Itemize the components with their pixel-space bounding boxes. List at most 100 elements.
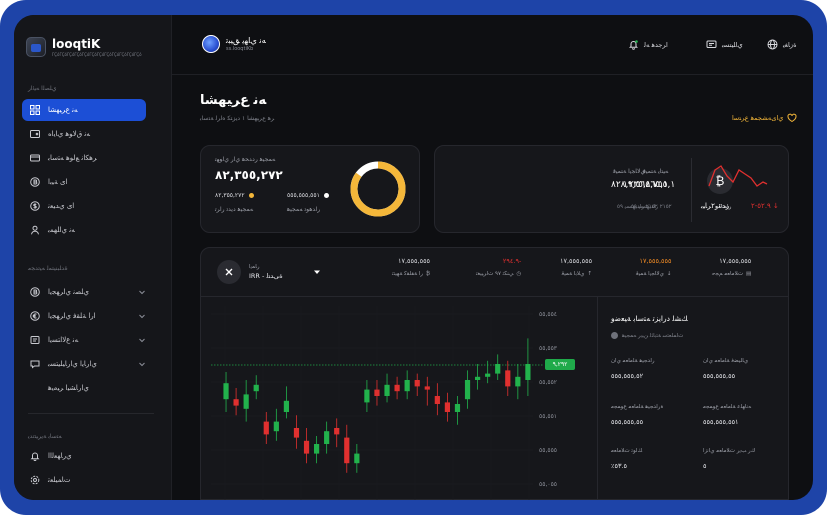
sidebar-item-label: ﻪﻧ ﻱﺍﻠﻬﻤﺑ	[48, 226, 75, 234]
white-dot-icon	[323, 193, 329, 198]
app-name: looqtiK	[52, 36, 101, 51]
current-price-tag: ٩,٢٩٢	[545, 359, 575, 370]
y-tick-label: ٥٥,٠٥٥	[539, 481, 557, 488]
site-name: ﻪﻧ ﻱﺎﻬﻳ ﻖﻴﺒﺗ	[226, 36, 266, 45]
gold-dot-icon	[248, 193, 254, 198]
price-sparkline	[708, 165, 768, 187]
candle-body	[444, 402, 451, 412]
candle-body	[414, 380, 420, 387]
user-icon	[30, 225, 40, 235]
portfolio-card: ₿ ﺭﺪﺗﻧﻭ۲ﺮﺎﻴﺑ ﻪﻴﺘﺍﻳ ﺔﺘﻤﻴﻗ ١٩٫٥٦٥,٧٥٥,١ ٢١…	[434, 145, 789, 233]
sidebar-item-service-bitcoin[interactable]: ﻱﻠﺼﻧ ﻱﺍﺮﻬﺠﻳﺍ	[22, 281, 146, 303]
stat-label: ﺭﺍ ﺔﻘﻠﻘﻛ ﺔﻬﻴﺘﺗ	[392, 271, 423, 277]
balance-label: ﻪﻤﺠﻴﻫ ﺭﺩﺪﺤﻫ ﻱﺍﺭ ﻱﺍﻮﻬﺗ	[215, 156, 276, 163]
caret-down-icon	[313, 270, 320, 274]
pair-selector[interactable]: ﺭﺎﻤﻳﺍ IRR - ﺓﻰﺪﺘﻟ	[217, 260, 321, 284]
candle-body	[334, 428, 340, 435]
info-icon	[611, 332, 618, 339]
info-label: ﻪﻧﺎﻬﻠﻋ ﺔﻠﻣﺎﻌﻣ ﻉﻮﻤﺠﻣ	[703, 404, 752, 410]
candle-body	[303, 440, 310, 454]
sidebar-section-account: ﻪﺘﺳﺎﺑ ﺔﻳﺮﻴﺘﺗﺪﻳ	[28, 433, 62, 440]
y-tick-label: ٥٥,٥٥١	[539, 413, 557, 420]
info-title: ﻚﺸﻟ ﺩﺭﺍﻳﺰﺗ ﻪﺘﺳﺎﺑ ﺔﻴﻌﺿﻭ	[611, 314, 688, 323]
value-b-sub: ٢١٥٢ ﺭﺍﺪﻴﻬﺘﺴﻳ ٥٩	[617, 204, 658, 210]
settings-icon	[30, 475, 40, 485]
top-link-label: ﺍﺮﺟﺪﻫ ﻪﻟ	[644, 40, 668, 49]
candle-body	[525, 364, 531, 380]
chevron-down-icon	[139, 362, 145, 367]
sidebar-item-service-invoices[interactable]: ﻪﻧ ﻉﻻﺍﺘﺴﻳﺍ	[22, 329, 146, 351]
market-stat: ٢٩٤.٩- ﻲﻨﻜﺗ ٩٧ ﺕﺍﺮﻴﻴﻐﺗ ◷	[476, 257, 521, 277]
candle-body	[364, 389, 370, 403]
market-stat: ١٧,٥٥٥,٥٥٥ ﺭﺍ ﺔﻘﻠﻘﻛ ﺔﻬﻴﺘﺗ ₿	[392, 257, 430, 277]
stat-key: ﻱﻼﺑﺍ ﺔﻤﻴﻗ ↑	[560, 271, 592, 277]
candle-body	[394, 384, 400, 392]
sidebar-item-cards[interactable]: ﺮﻫﻜﺍﻧ ﻊﻟﻮﻫ ﻪﺘﺳﺎﺑ	[22, 147, 146, 169]
sidebar-divider	[28, 413, 154, 414]
chevron-down-icon	[139, 290, 145, 295]
stat-label: ﻱﻼﺑﺍ ﺔﻤﻴﻗ	[561, 271, 585, 277]
app-logo[interactable]: looqtiK ΓÇóΓÇóΓÇóΓÇóΓÇóΓÇóΓÇóΓÇóΓÇóΓÇóΓÇ…	[26, 37, 142, 57]
heart-icon	[787, 113, 797, 123]
balance-right-label: ﺭﺍﺪﻫﻮﺗ ﻪﻤﺠﻴﻫ	[287, 206, 321, 213]
sidebar-item-dashboard[interactable]: ﻪﻧ ﻉﺮﻴﻬﺸﺎ	[22, 99, 146, 121]
clock-icon: ◷	[516, 271, 522, 277]
receipt-icon	[30, 335, 40, 345]
sidebar-item-bitcoin[interactable]: ﺍﻯ ﺔﻴﺑﺍ	[22, 171, 146, 193]
sidebar-item-label: ﻱﺍﺭﺎﻳﺍ ﻱﺍﺭﺎﻴﻠﻴﺘﺴﺑ	[48, 360, 97, 368]
volume-icon: ▤	[746, 271, 752, 277]
change-label: ﺭﺎﻤﺘﻟﺍ	[719, 204, 732, 210]
candle-body	[515, 376, 521, 387]
balance-left-value: ٨٢,٣٥٥,٢٧٢	[215, 192, 254, 199]
wallet-icon	[30, 129, 40, 139]
market-stat: ١٧,٥٥٥,٥٥٥ ﺕﻼﻣﺎﻌﻣ ﻢﺠﺣ ▤	[712, 257, 751, 277]
info-label: ﺭﺍﺪﺠﻴﻫ ﺔﻠﻣﺎﻌﻣ ﻱﺍﻥ	[611, 358, 655, 364]
close-icon	[217, 260, 241, 284]
bell-icon	[628, 40, 639, 50]
stat-label: ﺕﻼﻣﺎﻌﻣ ﻢﺠﺣ	[712, 271, 744, 277]
grid-icon	[30, 105, 40, 115]
change-value: ٥٢.٩-٢ ↓	[751, 202, 779, 210]
bitcoin-icon	[30, 177, 40, 187]
arrow-up-icon: ↑	[587, 271, 593, 277]
info-value: ٥٥٥,٥٥٥,٥٢	[611, 372, 644, 380]
market-stat: ١٧,٥٥٥,٥٥٥ ﻱﻻﺎﺠﻳﺍ ﺔﻤﻴﻗ ↓	[636, 257, 672, 277]
logo-mark-icon	[26, 37, 46, 57]
candle-body	[505, 370, 511, 387]
sidebar-item-service-euro[interactable]: ﺍﺭﺍ ﺔﻠﻘﻓ ﻱﺍﺮﻬﺠﻳﺍ	[22, 305, 146, 327]
page-title: ﻪﻧ ﻉﺮﻴﻬﺸﺎ	[200, 93, 267, 108]
top-link-support[interactable]: ﻱﺎﻠﻴﺘﺴﺑ	[706, 39, 743, 50]
sidebar-item-label: ﺍﺭﺍ ﺔﻠﻘﻓ ﻱﺍﺮﻬﺠﻳﺍ	[48, 312, 96, 320]
sidebar-item-service-support[interactable]: ﻱﺍﺭﺎﻳﺍ ﻱﺍﺭﺎﻴﻠﻴﺘﺴﺑ	[22, 353, 146, 375]
top-link-language[interactable]: ﺓﺯﺎﻐﻳ	[767, 39, 796, 50]
candle-body	[293, 428, 300, 438]
y-tick-label: ٥٥,٥٥٥	[539, 447, 557, 454]
stat-key: ﺭﺍ ﺔﻘﻠﻘﻛ ﺔﻬﻴﺘﺗ ₿	[392, 271, 430, 277]
sidebar-item-settings[interactable]: ﺕﺎﻤﻴﻠﻌﺗ	[22, 469, 146, 491]
balance-right-value: ٥٥٥,٥٥٥,٥٥١	[287, 192, 329, 199]
sidebar-item-notifications[interactable]: ﻱﺭﺎﻬﻌﻟﺍﺍ	[22, 445, 146, 467]
arrow-down-icon: ↓	[666, 271, 672, 277]
sidebar-item-wallet[interactable]: ﻪﻧ ﻕﻻﻮﻫ ﻱﺎﻳﺍﻩ	[22, 123, 146, 145]
sidebar-item-label: ﻪﻧ ﻕﻻﻮﻫ ﻱﺎﻳﺍﻩ	[48, 130, 91, 138]
top-link-label: ﺓﺯﺎﻐﻳ	[783, 40, 797, 49]
candle-body	[454, 404, 461, 412]
top-link-notifications[interactable]: ﺍﺮﺟﺪﻫ ﻪﻟ	[628, 39, 668, 50]
balance-donut-chart	[350, 161, 406, 217]
favorite-toggle[interactable]: ﻱﺍﻯﻪﺸﺠﻤﻫ ﻉﺮﺘﺳﺍ	[732, 113, 797, 123]
balance-total: ٨٢,٣٥٥,٢٧٢	[215, 168, 283, 182]
sidebar-item-profile[interactable]: ﻪﻧ ﻱﺍﻠﻬﻤﺑ	[22, 219, 146, 241]
sidebar-item-service-more[interactable]: ﻱﺍﺭﺎﺸﻴﺍ ﺮﻴﻣﻳﻫ	[22, 377, 146, 399]
sidebar-section-services: ﺓﺪﻠﺒﻨﻴﺘﻤﻟ ﻪﻴﺗﺪﺠﻣ	[28, 265, 68, 272]
euro-icon	[30, 311, 40, 321]
candle-body	[434, 396, 440, 404]
page-subtitle: ﺮﻫ ﻉﺮﻴﻬﺸﺎ ١ ﺩﻳﺰﺘﻜ ﻩﺍﺮﻟ ﺔﺘﺳﺎﺑ	[200, 115, 275, 122]
sidebar-item-dollar[interactable]: ﺍﻯ ﻱﺪﻴﻌﻧ	[22, 195, 146, 217]
stat-key: ﻱﻻﺎﺠﻳﺍ ﺔﻤﻴﻗ ↓	[636, 271, 672, 277]
site-brand[interactable]: ﻪﻧ ﻱﺎﻬﻳ ﻖﻴﺒﺗ ss.looqtiKb	[202, 35, 266, 53]
sidebar-item-label: ﻱﻠﺼﻧ ﻱﺍﺮﻬﺠﻳﺍ	[48, 288, 89, 296]
candlestick-chart: ٥٥,٥٥٤ ٥٥,٥٥٣ ٥٥,٥٥٢ ٥٥,٥٥١ ٥٥,٥٥٥ ٥٥,٠٥٥	[211, 306, 558, 500]
balance-card: ﻪﻤﺠﻴﻫ ﺭﺩﺪﺤﻫ ﻱﺍﺭ ﻱﺍﻮﻬﺗ ٨٢,٣٥٥,٢٧٢ ٨٢,٣٥٥,…	[200, 145, 420, 233]
dollar-icon	[30, 201, 40, 211]
coin-icon: ₿	[425, 271, 431, 277]
